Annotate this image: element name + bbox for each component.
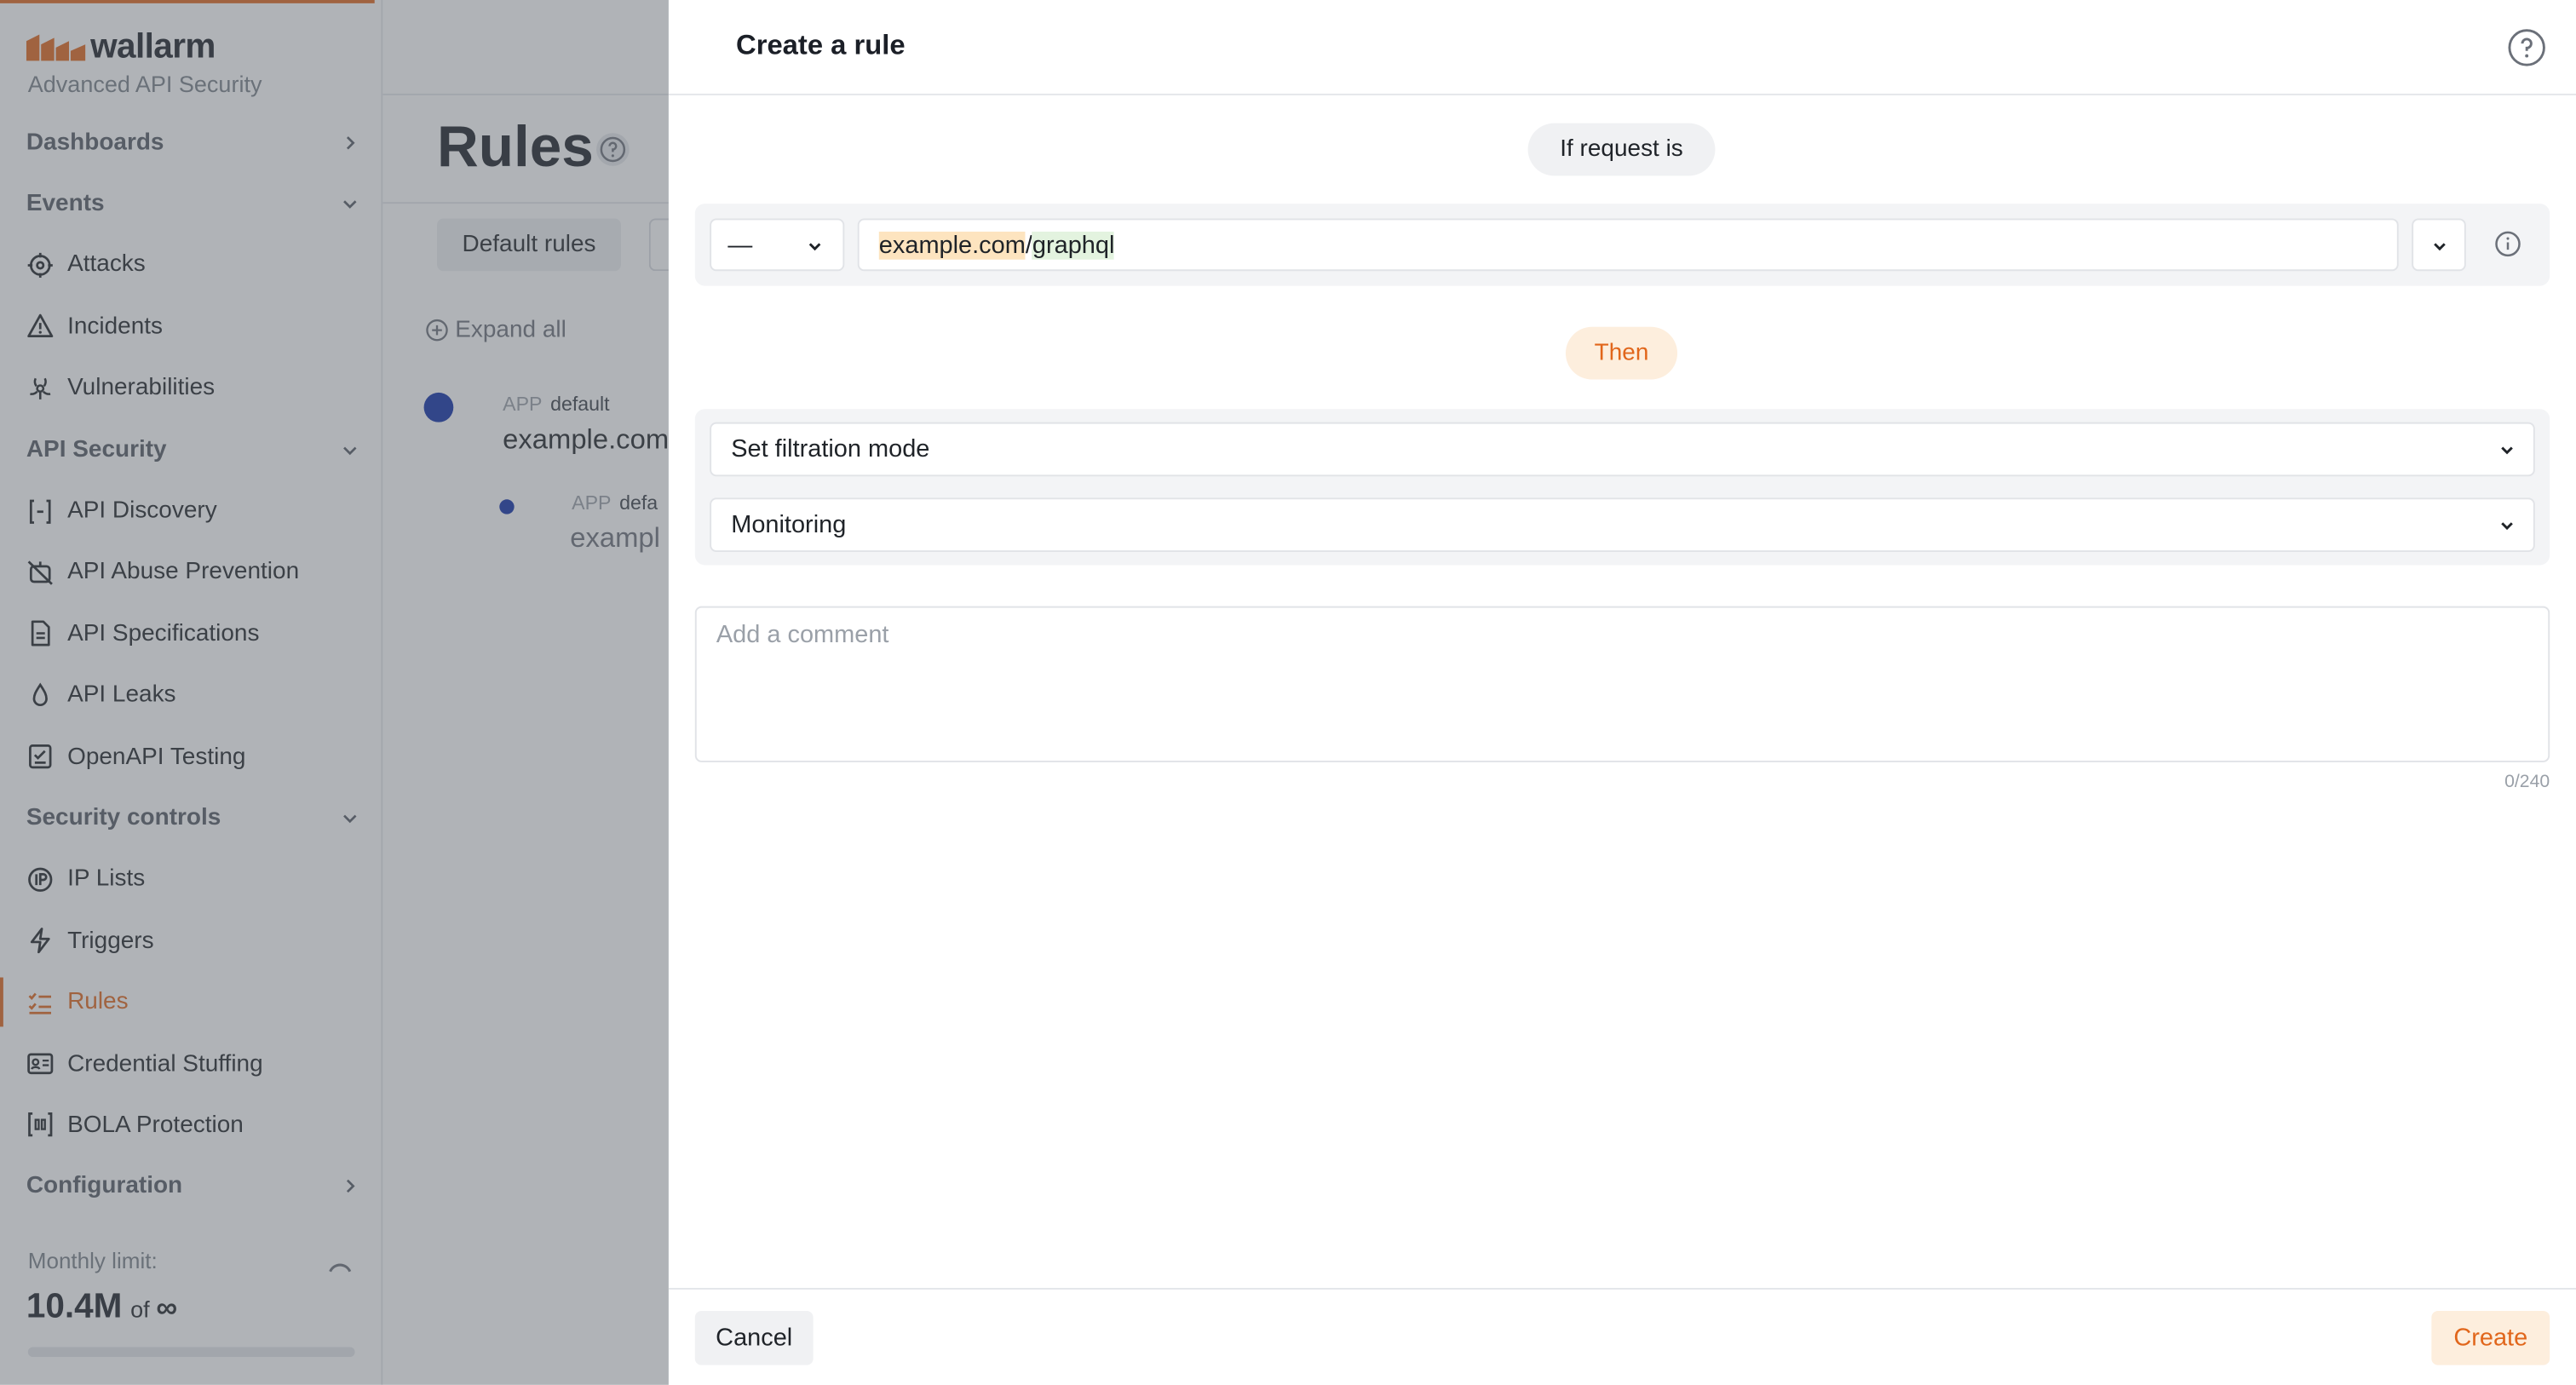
filtration-mode-select[interactable]: Monitoring: [710, 497, 2535, 553]
modal-backdrop[interactable]: [0, 0, 669, 1385]
then-chip: Then: [1565, 326, 1678, 380]
action-type-select[interactable]: Set filtration mode: [710, 422, 2535, 477]
help-icon[interactable]: [2507, 28, 2546, 67]
drawer-footer: Cancel Create: [668, 1288, 2576, 1385]
if-request-chip: If request is: [1527, 123, 1716, 176]
request-url-input[interactable]: example.com / graphql: [857, 218, 2399, 272]
comment-textarea[interactable]: [694, 606, 2550, 762]
url-host: example.com: [878, 230, 1026, 259]
chevron-down-icon: [2434, 243, 2446, 251]
chevron-down-icon: [2501, 446, 2513, 455]
cancel-button[interactable]: Cancel: [694, 1311, 814, 1365]
url-dropdown-button[interactable]: [2412, 218, 2466, 272]
action-box: Set filtration mode Monitoring: [694, 409, 2550, 566]
operator-select[interactable]: —: [710, 218, 845, 272]
url-path: graphql: [1032, 230, 1115, 259]
drawer-header: Create a rule: [668, 0, 2576, 95]
create-button[interactable]: Create: [2431, 1311, 2550, 1365]
condition-row: — example.com / graphql: [694, 204, 2550, 286]
comment-char-counter: 0/240: [2504, 772, 2550, 792]
drawer-title: Create a rule: [736, 29, 906, 61]
chevron-down-icon: [2501, 522, 2513, 531]
url-separator: /: [1025, 230, 1032, 259]
create-rule-drawer: Create a rule If request is — example.co…: [668, 0, 2576, 1385]
chevron-down-icon: [808, 243, 821, 251]
info-icon[interactable]: [2494, 230, 2522, 258]
